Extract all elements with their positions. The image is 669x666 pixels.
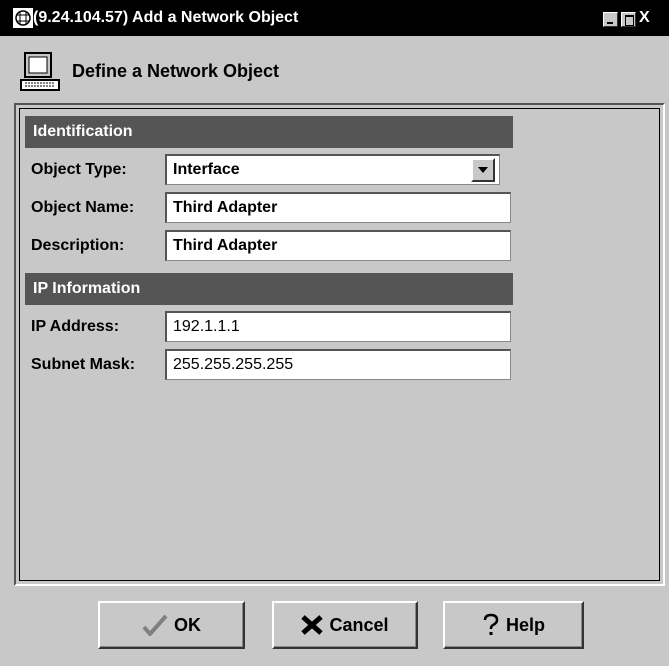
minimize-button[interactable] [603, 12, 618, 27]
minimize-icon [607, 22, 613, 24]
ip-information-section-header: IP Information [25, 273, 513, 305]
object-name-field[interactable]: Third Adapter [165, 192, 511, 223]
dropdown-arrow-button[interactable] [471, 158, 495, 182]
ok-button[interactable]: OK [98, 601, 245, 649]
window-title: (9.24.104.57) Add a Network Object [33, 9, 299, 26]
page-title: Define a Network Object [72, 61, 280, 81]
ip-address-label: IP Address: [31, 318, 120, 335]
chevron-down-icon [478, 167, 488, 173]
app-icon[interactable] [13, 8, 33, 28]
maximize-icon [625, 15, 634, 26]
description-field[interactable]: Third Adapter [165, 230, 511, 261]
identification-section-header: Identification [25, 116, 513, 148]
object-type-select[interactable]: Interface [165, 154, 500, 185]
object-name-label: Object Name: [31, 199, 135, 216]
subnet-mask-label: Subnet Mask: [31, 356, 136, 373]
description-label: Description: [31, 237, 125, 254]
subnet-mask-field[interactable]: 255.255.255.255 [165, 349, 511, 380]
ip-address-field[interactable]: 192.1.1.1 [165, 311, 511, 342]
cancel-button[interactable]: Cancel [272, 601, 418, 649]
object-type-label: Object Type: [31, 161, 127, 178]
computer-monitor-icon [20, 52, 60, 91]
close-button[interactable]: X [639, 10, 657, 26]
help-button[interactable]: Help [443, 601, 584, 649]
maximize-button[interactable] [621, 12, 636, 27]
